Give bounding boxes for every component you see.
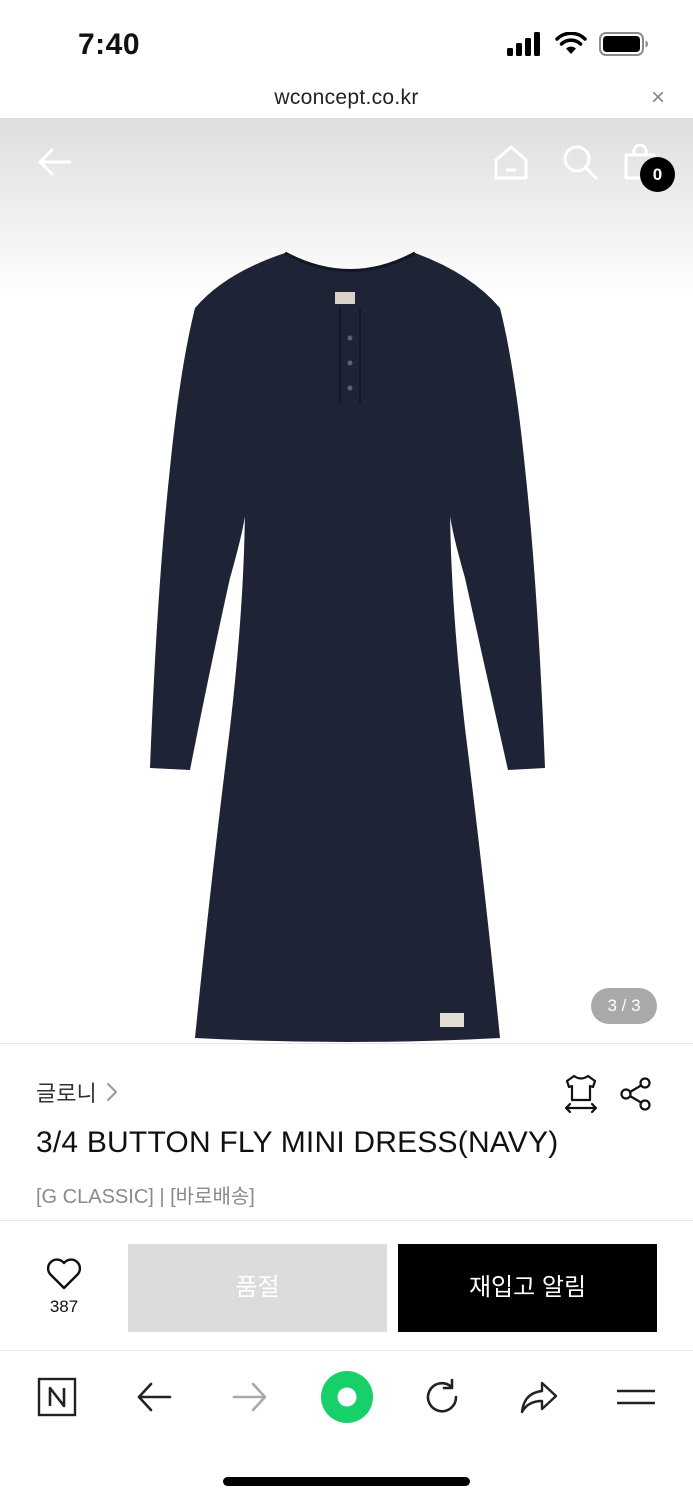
- product-info-actions: [563, 1074, 653, 1114]
- back-arrow-icon: [137, 1382, 172, 1412]
- status-icons: [507, 32, 649, 56]
- refresh-icon: [426, 1378, 458, 1413]
- browser-forward-button[interactable]: [226, 1373, 274, 1421]
- divider: [0, 1220, 693, 1221]
- home-icon[interactable]: [491, 142, 531, 182]
- naver-logo-icon: [37, 1377, 77, 1417]
- wifi-icon: [555, 32, 587, 54]
- top-navigation: 0: [0, 118, 693, 218]
- product-meta: [G CLASSIC] | [바로배송]: [36, 1186, 255, 1208]
- browser-toolbar: [0, 1350, 693, 1500]
- like-button[interactable]: 387: [28, 1258, 100, 1317]
- green-dot-button[interactable]: [318, 1368, 376, 1426]
- soldout-button: 품절: [128, 1244, 387, 1332]
- search-icon[interactable]: [560, 142, 600, 182]
- restock-alert-button[interactable]: 재입고 알림: [398, 1244, 657, 1332]
- close-icon[interactable]: ×: [651, 86, 665, 110]
- brand-link[interactable]: 글로니: [36, 1076, 119, 1108]
- url-bar: wconcept.co.kr ×: [0, 84, 693, 118]
- size-guide-icon[interactable]: [563, 1074, 599, 1114]
- image-page-indicator: 3 / 3: [591, 988, 657, 1024]
- product-title: 3/4 BUTTON FLY MINI DRESS(NAVY): [36, 1126, 559, 1159]
- green-dot-icon: [321, 1371, 373, 1423]
- heart-icon: [46, 1258, 82, 1290]
- refresh-button[interactable]: [418, 1373, 466, 1421]
- chevron-right-icon: [106, 1083, 117, 1101]
- browser-back-button[interactable]: [130, 1373, 178, 1421]
- url-text[interactable]: wconcept.co.kr: [0, 86, 693, 110]
- divider: [0, 1043, 693, 1044]
- menu-button[interactable]: [612, 1373, 660, 1421]
- menu-icon: [617, 1389, 655, 1405]
- like-count: 387: [49, 1297, 79, 1316]
- share-icon[interactable]: [619, 1077, 653, 1111]
- cart-count-badge: 0: [640, 157, 675, 192]
- back-arrow-icon[interactable]: [34, 142, 74, 182]
- product-image-gallery[interactable]: 0 3 / 3: [0, 118, 693, 1042]
- brand-name: 글로니: [36, 1081, 97, 1106]
- share-arrow-icon: [520, 1381, 558, 1414]
- cellular-signal-icon: [507, 32, 540, 56]
- home-indicator: [223, 1477, 470, 1486]
- product-image: [150, 251, 545, 1042]
- naver-home-button[interactable]: [33, 1373, 81, 1421]
- battery-icon: [599, 32, 648, 56]
- share-button[interactable]: [515, 1373, 563, 1421]
- status-bar: 7:40: [0, 0, 693, 84]
- forward-arrow-icon: [232, 1382, 267, 1412]
- status-time: 7:40: [78, 28, 141, 61]
